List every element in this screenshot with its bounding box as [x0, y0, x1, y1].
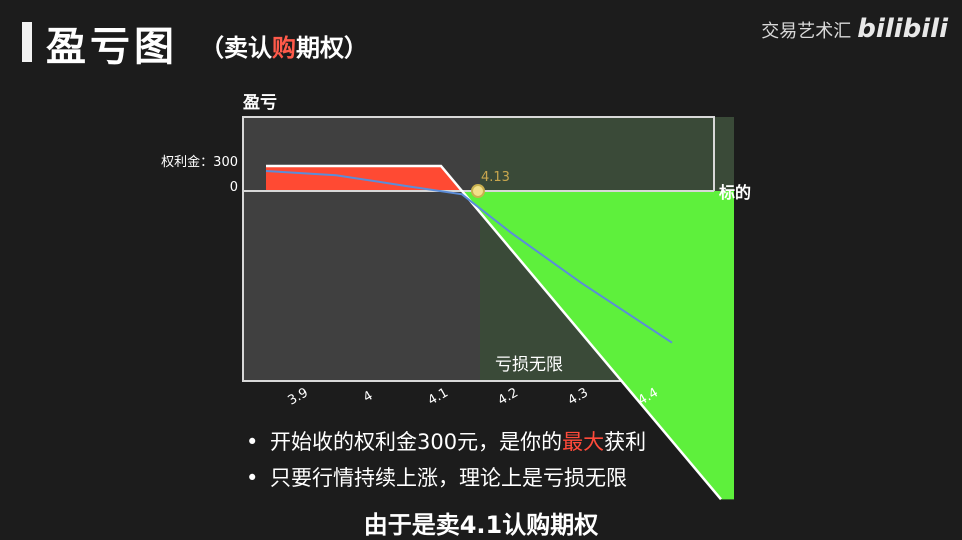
x-tick-labels: 3.9 4 4.1 4.2 4.3 4.4 [286, 385, 661, 408]
bullet-item-1: • 开始收的权利金300元，是你的最大获利 [246, 424, 646, 460]
x-tick-label: 4.1 [426, 385, 451, 408]
y-tick-zero: 0 [230, 180, 238, 195]
y-axis-title: 盈亏 [242, 93, 277, 113]
breakeven-point [471, 184, 485, 198]
y-tick-premium: 权利金：300 [161, 154, 238, 170]
otm-region [243, 117, 480, 381]
x-axis-title: 标的 [718, 183, 751, 202]
bullet-highlight: 最大 [562, 430, 605, 454]
x-tick-label: 3.9 [286, 385, 311, 408]
x-tick-label: 4.2 [496, 385, 521, 408]
bullet-dot: • [246, 430, 259, 454]
bullet-dot: • [246, 466, 259, 490]
loss-label: 亏损无限 [495, 355, 563, 375]
bullet-text-suffix: 获利 [604, 430, 647, 454]
subtitle-caption: 由于是卖4.1认购期权 [363, 511, 599, 539]
bullet-list: • 开始收的权利金300元，是你的最大获利 • 只要行情持续上涨，理论上是亏损无限 [246, 424, 646, 496]
profit-area [266, 166, 462, 191]
breakeven-label: 4.13 [481, 170, 510, 185]
bullet-text: 开始收的权利金300元，是你的 [270, 430, 563, 454]
bullet-item-2: • 只要行情持续上涨，理论上是亏损无限 [246, 460, 646, 496]
x-tick-label: 4.3 [566, 385, 591, 408]
x-tick-label: 4 [361, 388, 376, 405]
bullet-text: 只要行情持续上涨，理论上是亏损无限 [270, 466, 627, 490]
